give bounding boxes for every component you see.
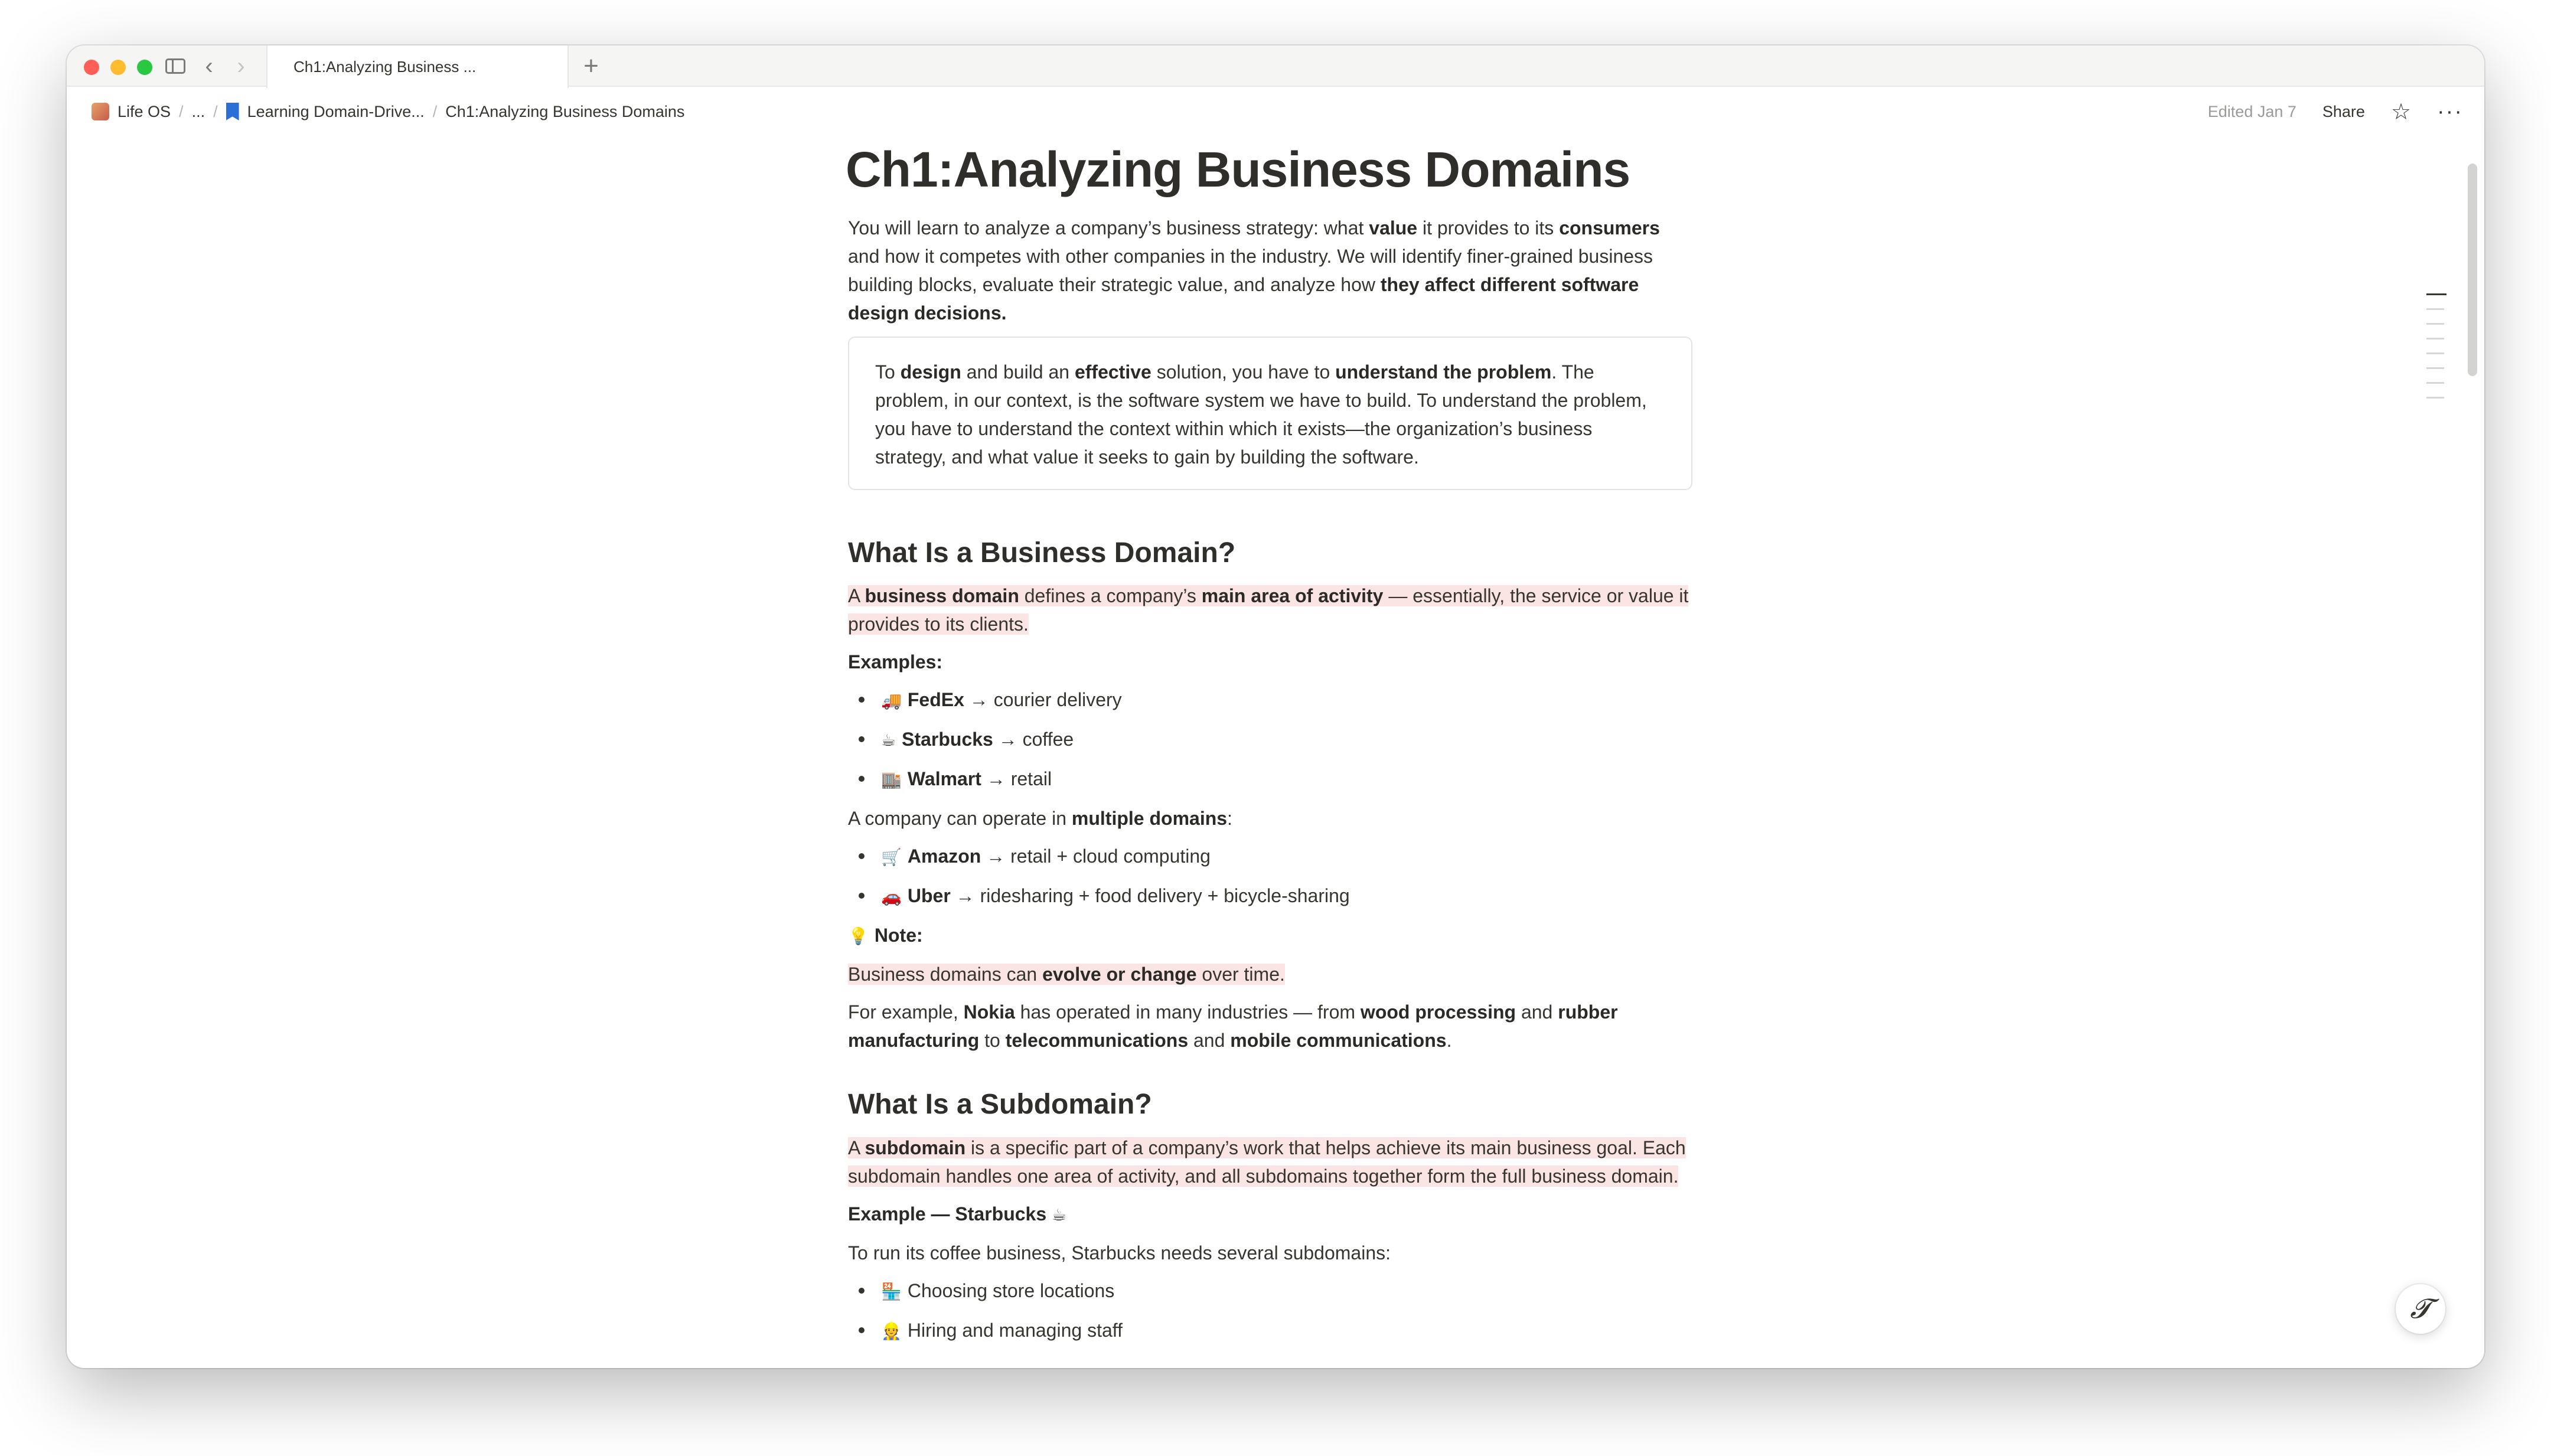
nokia-paragraph[interactable]: For example, Nokia has operated in many … bbox=[848, 998, 1692, 1055]
list-item[interactable]: 🏪 Choosing store locations bbox=[848, 1277, 1692, 1306]
list-item[interactable]: 🛒 Amazon → retail + cloud computing bbox=[848, 842, 1692, 871]
breadcrumb-workspace-label: Life OS bbox=[118, 102, 171, 120]
new-tab-button[interactable]: + bbox=[575, 51, 608, 80]
item-emoji-icon: 🛒 bbox=[881, 847, 902, 867]
subdomain-definition[interactable]: A subdomain is a specific part of a comp… bbox=[848, 1134, 1692, 1190]
toc-marker[interactable] bbox=[2426, 308, 2444, 310]
list-item[interactable]: 🚗 Uber → ridesharing + food delivery + bi… bbox=[848, 882, 1692, 911]
breadcrumb-separator: / bbox=[213, 102, 218, 120]
favorite-star-icon[interactable]: ☆ bbox=[2391, 99, 2411, 125]
heading-subdomain[interactable]: What Is a Subdomain? bbox=[848, 1088, 1692, 1122]
page-title[interactable]: Ch1:Analyzing Business Domains bbox=[846, 140, 1692, 200]
note-label[interactable]: 💡 Note: bbox=[848, 921, 1692, 951]
share-button[interactable]: Share bbox=[2322, 103, 2365, 121]
topbar-actions: Edited Jan 7 Share ☆ ··· bbox=[2208, 88, 2463, 135]
more-options-icon[interactable]: ··· bbox=[2437, 99, 2463, 125]
tab-title: Ch1:Analyzing Business ... bbox=[293, 57, 477, 76]
list-item[interactable]: 🏬 Walmart → retail bbox=[848, 765, 1692, 794]
breadcrumb-item-current[interactable]: Ch1:Analyzing Business Domains bbox=[445, 103, 684, 121]
list-item[interactable]: ☕ Starbucks → coffee bbox=[848, 725, 1692, 755]
list-item[interactable]: 👷 Hiring and managing staff bbox=[848, 1316, 1692, 1346]
multiple-domains-paragraph[interactable]: A company can operate in multiple domain… bbox=[848, 804, 1692, 833]
browser-tab-bar: ‹ › Ch1:Analyzing Business ... + bbox=[67, 45, 2484, 88]
breadcrumb: Life OS / ... / Learning Domain-Drive...… bbox=[92, 88, 684, 135]
examples-list: 🚚 FedEx → courier delivery ☕ Starbucks → co… bbox=[848, 685, 1692, 794]
highlighted-text: A subdomain is a specific part of a comp… bbox=[848, 1137, 1686, 1187]
item-emoji-icon: 🚗 bbox=[881, 887, 902, 907]
item-emoji-icon: 🏪 bbox=[881, 1281, 902, 1301]
coffee-icon: ☕ bbox=[1052, 1204, 1067, 1225]
quote-callout[interactable]: To design and build an effective solutio… bbox=[848, 336, 1692, 490]
item-emoji-icon: 👷 bbox=[881, 1321, 902, 1341]
toc-marker[interactable] bbox=[2426, 397, 2444, 399]
lightbulb-icon: 💡 bbox=[848, 926, 869, 946]
evolve-paragraph[interactable]: Business domains can evolve or change ov… bbox=[848, 960, 1692, 988]
breadcrumb-parent-label: Learning Domain-Drive... bbox=[247, 102, 425, 120]
starbucks-example-label[interactable]: Example — Starbucks ☕ bbox=[848, 1200, 1692, 1229]
app-window: ‹ › Ch1:Analyzing Business ... + Life OS… bbox=[67, 45, 2484, 1368]
toc-marker[interactable] bbox=[2426, 323, 2444, 325]
tab-active[interactable]: Ch1:Analyzing Business ... bbox=[266, 45, 569, 88]
breadcrumb-item-parent[interactable]: Learning Domain-Drive... bbox=[226, 103, 425, 121]
breadcrumb-item-workspace[interactable]: Life OS bbox=[92, 103, 171, 121]
zoom-window-button[interactable] bbox=[137, 60, 152, 75]
help-icon[interactable]: 𝓣 bbox=[2396, 1284, 2445, 1334]
highlighted-text: A business domain defines a company’s ma… bbox=[848, 585, 1689, 635]
breadcrumb-item-ellipsis[interactable]: ... bbox=[192, 103, 205, 121]
subdomains-intro[interactable]: To run its coffee business, Starbucks ne… bbox=[848, 1239, 1692, 1267]
toc-marker[interactable] bbox=[2426, 338, 2444, 339]
forward-arrow-icon[interactable]: › bbox=[231, 53, 251, 79]
subdomains-list: 🏪 Choosing store locations 👷 Hiring and man… bbox=[848, 1277, 1692, 1346]
document-body: Ch1:Analyzing Business Domains You will … bbox=[846, 140, 1692, 1356]
heading-business-domain[interactable]: What Is a Business Domain? bbox=[848, 536, 1692, 570]
scrollbar-thumb[interactable] bbox=[2468, 164, 2477, 376]
toc-marker-active[interactable] bbox=[2426, 293, 2446, 295]
edited-timestamp[interactable]: Edited Jan 7 bbox=[2208, 103, 2296, 121]
item-emoji-icon: 🚚 bbox=[881, 691, 902, 711]
close-window-button[interactable] bbox=[84, 60, 99, 75]
item-emoji-icon: ☕ bbox=[881, 730, 896, 750]
multiple-domains-list: 🛒 Amazon → retail + cloud computing 🚗 Uber … bbox=[848, 842, 1692, 911]
table-of-contents-minimap[interactable] bbox=[2426, 293, 2446, 412]
highlighted-text: Business domains can evolve or change ov… bbox=[848, 964, 1285, 985]
workspace-icon bbox=[92, 103, 109, 120]
list-item[interactable]: 🚚 FedEx → courier delivery bbox=[848, 685, 1692, 715]
examples-label[interactable]: Examples: bbox=[848, 648, 1692, 676]
callout-text: To design and build an effective solutio… bbox=[875, 361, 1647, 468]
sidebar-toggle-icon[interactable] bbox=[164, 54, 187, 79]
minimize-window-button[interactable] bbox=[110, 60, 126, 75]
page-topbar: Life OS / ... / Learning Domain-Drive...… bbox=[67, 88, 2484, 135]
item-emoji-icon: 🏬 bbox=[881, 770, 902, 790]
breadcrumb-separator: / bbox=[179, 102, 184, 120]
back-arrow-icon[interactable]: ‹ bbox=[199, 53, 219, 79]
toc-marker[interactable] bbox=[2426, 382, 2444, 384]
business-domain-definition[interactable]: A business domain defines a company’s ma… bbox=[848, 582, 1692, 638]
bookmark-icon bbox=[226, 103, 239, 120]
toc-marker[interactable] bbox=[2426, 367, 2444, 369]
intro-paragraph[interactable]: You will learn to analyze a company’s bu… bbox=[848, 214, 1692, 327]
toc-marker[interactable] bbox=[2426, 352, 2444, 354]
breadcrumb-separator: / bbox=[432, 102, 438, 120]
